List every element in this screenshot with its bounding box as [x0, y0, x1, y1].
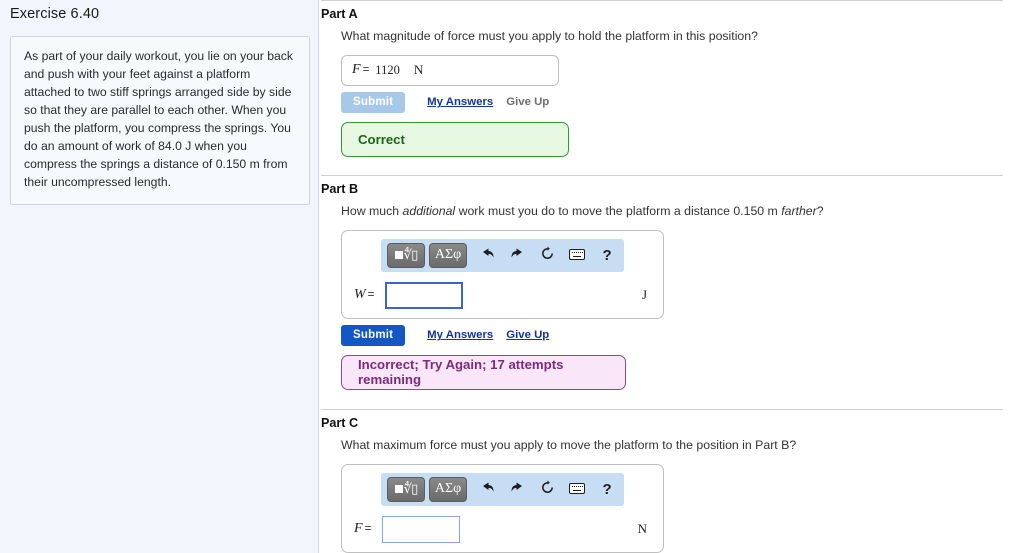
- reset-circle-svg: [542, 480, 553, 494]
- part-c-math-toolbar: ∜▯ ΑΣφ ?: [381, 472, 624, 506]
- part-a-submit-button[interactable]: Submit: [341, 91, 406, 113]
- keyboard-glyph: [569, 248, 586, 260]
- part-a-label: Part A: [321, 7, 358, 21]
- problem-statement-box: As part of your daily workout, you lie o…: [10, 36, 310, 205]
- template-radical-icon[interactable]: ∜▯: [387, 242, 425, 268]
- part-a-my-answers-link[interactable]: My Answers: [427, 96, 493, 108]
- part-b-math-toolbar: ∜▯ ΑΣφ ?: [381, 238, 624, 272]
- part-c-answer-box[interactable]: ∜▯ ΑΣφ ? F = N: [341, 463, 664, 553]
- part-b-answer-input[interactable]: [385, 281, 464, 309]
- part-a-variable: F: [352, 62, 361, 78]
- square-glyph-icon: [394, 485, 403, 494]
- part-b-question-tail: ?: [816, 203, 824, 218]
- reset-icon[interactable]: [535, 246, 561, 264]
- part-c-unit: N: [637, 521, 647, 537]
- radical-glyph-icon: ∜▯: [403, 247, 418, 263]
- greek-symbols-button[interactable]: ΑΣφ: [429, 476, 467, 502]
- greek-symbols-button[interactable]: ΑΣφ: [429, 242, 467, 268]
- part-c-label: Part C: [321, 415, 359, 430]
- part-a-feedback-correct: Correct: [341, 121, 569, 157]
- part-c-question-text: What maximum force must you apply to mov…: [341, 437, 797, 452]
- template-radical-icon[interactable]: ∜▯: [387, 476, 425, 502]
- redo-arrow-svg: [511, 482, 523, 492]
- reset-icon[interactable]: [535, 480, 561, 498]
- help-icon[interactable]: ?: [594, 248, 620, 263]
- part-c-input-row: F = N: [350, 515, 655, 543]
- part-a-unit: N: [413, 62, 424, 78]
- part-a-feedback-text: Correct: [358, 131, 405, 147]
- keyboard-glyph: [569, 482, 586, 494]
- undo-arrow-svg: [483, 482, 494, 492]
- part-b-actions: Submit My Answers Give Up: [341, 324, 1024, 346]
- undo-icon[interactable]: [475, 481, 501, 498]
- keyboard-icon[interactable]: [564, 482, 590, 497]
- part-b-question-post: work must you do to move the platform a …: [455, 203, 782, 218]
- redo-icon[interactable]: [505, 247, 531, 264]
- part-b-submit-button[interactable]: Submit: [341, 324, 406, 346]
- part-b-give-up-link[interactable]: Give Up: [506, 329, 549, 341]
- reset-circle-svg: [542, 246, 553, 260]
- part-b-input-row: W = J: [350, 281, 655, 309]
- part-b-question-emphasis-2: farther: [781, 203, 817, 218]
- part-c-block: Part C What maximum force must you apply…: [319, 408, 1024, 553]
- part-b-question-emphasis: additional: [402, 203, 456, 218]
- radical-glyph-icon: ∜▯: [403, 481, 418, 497]
- page-title: Exercise 6.40: [10, 6, 100, 22]
- undo-arrow-svg: [483, 248, 494, 258]
- part-b-question-pre: How much: [341, 203, 403, 218]
- help-icon[interactable]: ?: [594, 482, 620, 497]
- part-b-feedback-text: Incorrect; Try Again; 17 attempts remain…: [358, 357, 564, 388]
- part-b-question: How much additional work must you do to …: [319, 196, 1024, 220]
- part-a-question: What magnitude of force must you apply t…: [319, 21, 1024, 45]
- redo-arrow-svg: [511, 248, 523, 258]
- part-b-answer-box[interactable]: ∜▯ ΑΣφ ? W = J: [341, 229, 664, 319]
- part-c-variable: F: [354, 521, 363, 537]
- part-c-question: What maximum force must you apply to mov…: [319, 430, 1024, 454]
- part-a-actions: Submit My Answers Give Up: [341, 91, 1024, 113]
- part-a-answer-box[interactable]: F = 1120 N: [341, 54, 559, 86]
- part-b-variable: W: [354, 287, 366, 303]
- part-b-feedback-incorrect: Incorrect; Try Again; 17 attempts remain…: [341, 354, 626, 390]
- part-a-give-up-link[interactable]: Give Up: [506, 96, 549, 108]
- part-c-equals: =: [364, 523, 372, 536]
- page-root: Exercise 6.40 As part of your daily work…: [0, 0, 1024, 553]
- problem-statement-text: As part of your daily workout, you lie o…: [24, 49, 293, 189]
- part-a-block: Part A What magnitude of force must you …: [319, 0, 1024, 157]
- part-b-my-answers-link[interactable]: My Answers: [427, 329, 493, 341]
- undo-icon[interactable]: [475, 247, 501, 264]
- parts-container: Part A What magnitude of force must you …: [319, 0, 1024, 553]
- part-a-question-text: What magnitude of force must you apply t…: [341, 29, 758, 43]
- part-b-equals: =: [367, 289, 375, 302]
- greek-symbols-label: ΑΣφ: [434, 247, 462, 263]
- keyboard-icon[interactable]: [564, 248, 590, 263]
- redo-icon[interactable]: [505, 481, 531, 498]
- exercise-sidebar: Exercise 6.40 As part of your daily work…: [0, 0, 319, 553]
- part-b-unit: J: [641, 287, 647, 303]
- greek-symbols-label: ΑΣφ: [434, 481, 462, 497]
- part-a-equals: =: [362, 64, 370, 77]
- part-b-label: Part B: [321, 181, 359, 196]
- part-c-answer-input[interactable]: [382, 515, 461, 543]
- part-b-block: Part B How much additional work must you…: [319, 174, 1024, 390]
- square-glyph-icon: [394, 251, 403, 260]
- part-a-answer-value: 1120: [375, 62, 400, 77]
